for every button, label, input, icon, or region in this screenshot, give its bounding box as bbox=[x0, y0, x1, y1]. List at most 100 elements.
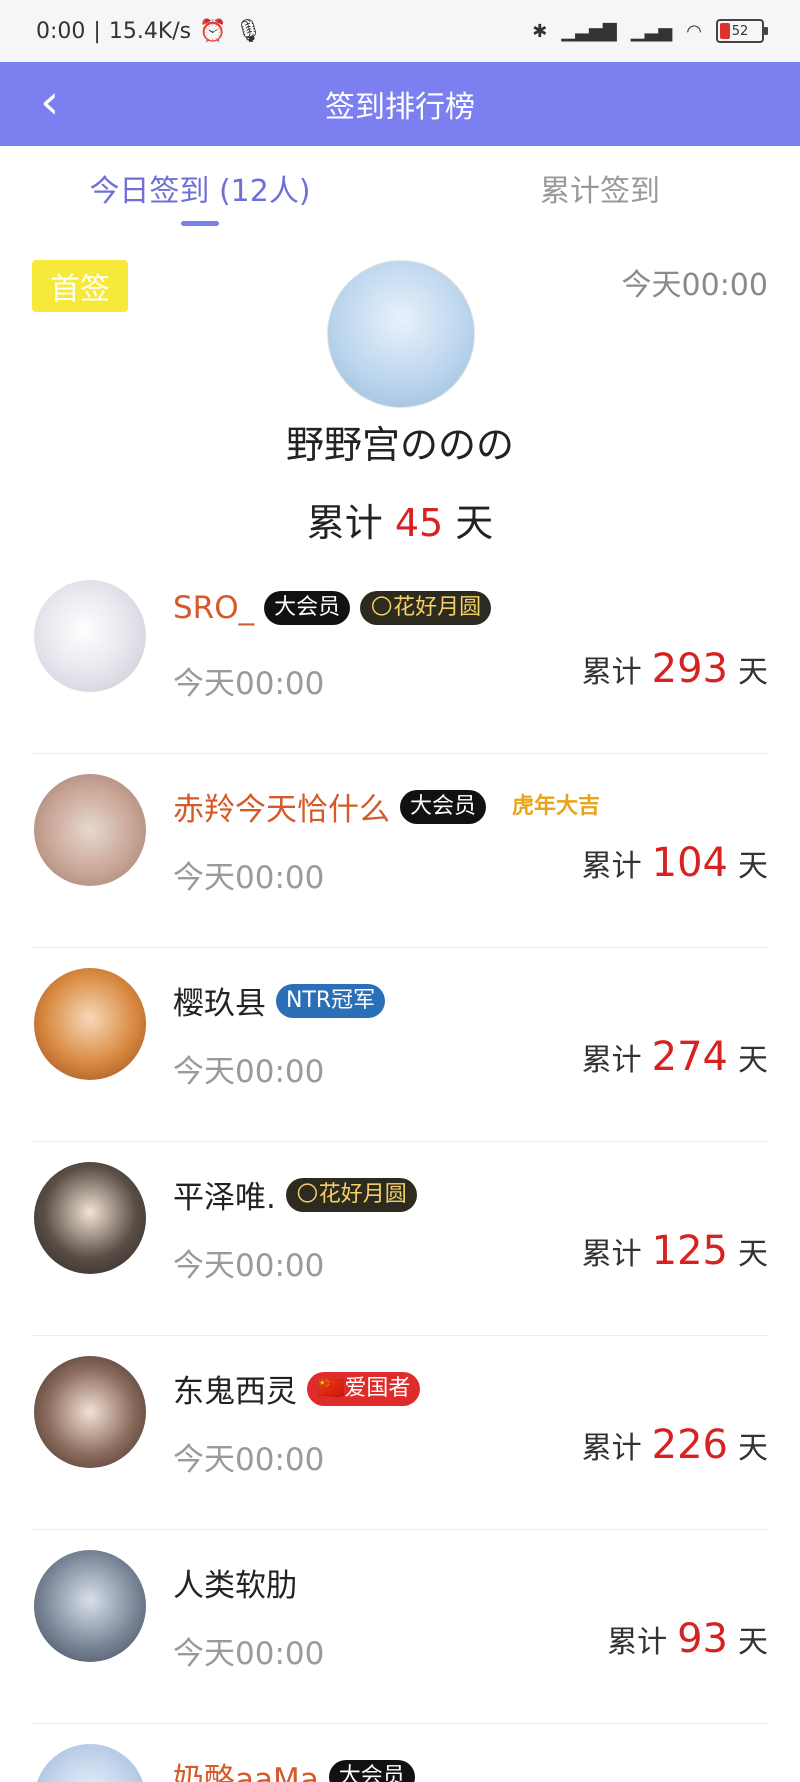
moon-badge: 🌕花好月圆 bbox=[286, 1178, 417, 1212]
total-prefix: 累计 bbox=[582, 1423, 642, 1467]
list-item[interactable]: 人类软肋 今天00:00 累计 93 天 bbox=[0, 1530, 800, 1724]
total-days: 累计 104 天 bbox=[582, 840, 768, 886]
list-item[interactable]: 樱玖县 NTR冠军 今天00:00 累计 274 天 bbox=[0, 948, 800, 1142]
total-suffix: 天 bbox=[738, 1035, 768, 1079]
first-sign-card: 首签 今天00:00 野野宫ののの 累计 45 天 bbox=[0, 230, 800, 560]
first-sign-name[interactable]: 野野宫ののの bbox=[0, 414, 800, 469]
first-sign-badge: 首签 bbox=[32, 260, 128, 312]
total-suffix: 天 bbox=[738, 1423, 768, 1467]
avatar[interactable] bbox=[34, 1744, 146, 1782]
champion-badge: NTR冠军 bbox=[276, 984, 385, 1018]
status-bar: 0:00 | 15.4K/s ⏰ 🎙 ✱ ▁▃▅▇ ▁▃▅ ◠ 52 bbox=[0, 0, 800, 62]
list-item[interactable]: 赤羚今天恰什么 大会员 虎年大吉 今天00:00 累计 104 天 bbox=[0, 754, 800, 948]
avatar[interactable] bbox=[34, 774, 146, 886]
signal-icon: ▁▃▅▇ bbox=[561, 21, 616, 42]
status-speed: 15.4K/s bbox=[109, 19, 191, 44]
user-name[interactable]: 樱玖县 bbox=[173, 978, 266, 1023]
total-number: 293 bbox=[652, 646, 728, 692]
tab-bar: 今日签到 (12人) 累计签到 bbox=[0, 146, 800, 230]
avatar[interactable] bbox=[34, 1162, 146, 1274]
sign-time: 今天00:00 bbox=[173, 852, 324, 897]
name-line: 赤羚今天恰什么 大会员 虎年大吉 bbox=[173, 784, 616, 829]
wifi-icon: ◠ bbox=[686, 21, 702, 42]
total-prefix: 累计 bbox=[582, 1229, 642, 1273]
sign-time: 今天00:00 bbox=[173, 658, 324, 703]
first-sign-total: 累计 45 天 bbox=[0, 492, 800, 547]
patriot-badge-label: 爱国者 bbox=[344, 1376, 410, 1401]
flag-icon: 🇨🇳 bbox=[317, 1376, 344, 1401]
vip-badge: 大会员 bbox=[264, 591, 350, 625]
signal-icon-2: ▁▃▅ bbox=[631, 21, 673, 42]
first-sign-time: 今天00:00 bbox=[622, 260, 768, 304]
name-line: 东鬼西灵 🇨🇳爱国者 bbox=[173, 1366, 420, 1411]
avatar[interactable] bbox=[34, 968, 146, 1080]
sign-time: 今天00:00 bbox=[173, 1046, 324, 1091]
total-number: 93 bbox=[677, 1616, 728, 1662]
total-prefix: 累计 bbox=[607, 1617, 667, 1661]
total-suffix: 天 bbox=[455, 501, 493, 545]
name-line: SRO_ 大会员 🌕花好月圆 bbox=[173, 590, 491, 626]
moon-badge-label: 花好月圆 bbox=[393, 595, 481, 620]
total-prefix: 累计 bbox=[307, 501, 383, 545]
total-number: 125 bbox=[652, 1228, 728, 1274]
total-number: 226 bbox=[652, 1422, 728, 1468]
sign-list: SRO_ 大会员 🌕花好月圆 今天00:00 累计 293 天 赤羚今天恰什么 … bbox=[0, 560, 800, 1782]
sign-time: 今天00:00 bbox=[173, 1434, 324, 1479]
total-days: 45 bbox=[395, 501, 443, 545]
total-days: 累计 274 天 bbox=[582, 1034, 768, 1080]
total-days: 累计 93 天 bbox=[607, 1616, 768, 1662]
total-prefix: 累计 bbox=[582, 1035, 642, 1079]
mic-icon: 🎙 bbox=[235, 19, 263, 44]
total-number: 274 bbox=[652, 1034, 728, 1080]
alarm-icon: ⏰ bbox=[199, 19, 226, 44]
new-year-badge: 虎年大吉 bbox=[496, 792, 616, 822]
list-item[interactable]: SRO_ 大会员 🌕花好月圆 今天00:00 累计 293 天 bbox=[0, 560, 800, 754]
avatar[interactable] bbox=[34, 1356, 146, 1468]
sign-time: 今天00:00 bbox=[173, 1628, 324, 1673]
user-name[interactable]: 人类软肋 bbox=[173, 1560, 297, 1605]
page-title: 签到排行榜 bbox=[325, 82, 475, 126]
list-item[interactable]: 奶酪aaMa 大会员 bbox=[0, 1724, 800, 1782]
tab-today[interactable]: 今日签到 (12人) bbox=[0, 146, 400, 230]
total-suffix: 天 bbox=[738, 841, 768, 885]
patriot-badge: 🇨🇳爱国者 bbox=[307, 1372, 420, 1406]
list-item[interactable]: 平泽唯. 🌕花好月圆 今天00:00 累计 125 天 bbox=[0, 1142, 800, 1336]
total-days: 累计 226 天 bbox=[582, 1422, 768, 1468]
total-days: 累计 125 天 bbox=[582, 1228, 768, 1274]
header-bar: ‹ 签到排行榜 bbox=[0, 62, 800, 146]
total-suffix: 天 bbox=[738, 1617, 768, 1661]
user-name[interactable]: 赤羚今天恰什么 bbox=[173, 784, 390, 829]
tab-cumulative[interactable]: 累计签到 bbox=[400, 146, 800, 230]
list-item[interactable]: 东鬼西灵 🇨🇳爱国者 今天00:00 累计 226 天 bbox=[0, 1336, 800, 1530]
battery-level: 52 bbox=[732, 24, 749, 39]
moon-badge-label: 花好月圆 bbox=[319, 1182, 407, 1207]
total-number: 104 bbox=[652, 840, 728, 886]
avatar[interactable] bbox=[327, 260, 475, 408]
status-divider: | bbox=[93, 19, 100, 44]
status-left: 0:00 | 15.4K/s ⏰ 🎙 bbox=[36, 19, 262, 44]
avatar[interactable] bbox=[34, 1550, 146, 1662]
status-right: ✱ ▁▃▅▇ ▁▃▅ ◠ 52 bbox=[532, 19, 764, 43]
total-days: 累计 293 天 bbox=[582, 646, 768, 692]
vip-badge: 大会员 bbox=[329, 1760, 415, 1782]
total-suffix: 天 bbox=[738, 647, 768, 691]
status-time: 0:00 bbox=[36, 19, 85, 44]
user-name[interactable]: SRO_ bbox=[173, 590, 254, 626]
battery-icon: 52 bbox=[716, 19, 764, 43]
name-line: 人类软肋 bbox=[173, 1560, 297, 1605]
vip-badge: 大会员 bbox=[400, 790, 486, 824]
sign-time: 今天00:00 bbox=[173, 1240, 324, 1285]
total-prefix: 累计 bbox=[582, 841, 642, 885]
name-line: 樱玖县 NTR冠军 bbox=[173, 978, 385, 1023]
bluetooth-icon: ✱ bbox=[532, 21, 547, 42]
total-prefix: 累计 bbox=[582, 647, 642, 691]
user-name[interactable]: 平泽唯. bbox=[173, 1172, 276, 1217]
total-suffix: 天 bbox=[738, 1229, 768, 1273]
back-arrow-icon[interactable]: ‹ bbox=[40, 82, 84, 126]
user-name[interactable]: 东鬼西灵 bbox=[173, 1366, 297, 1411]
name-line: 平泽唯. 🌕花好月圆 bbox=[173, 1172, 417, 1217]
moon-icon: 🌕 bbox=[296, 1182, 319, 1207]
moon-icon: 🌕 bbox=[370, 595, 393, 620]
moon-badge: 🌕花好月圆 bbox=[360, 591, 491, 625]
avatar[interactable] bbox=[34, 580, 146, 692]
